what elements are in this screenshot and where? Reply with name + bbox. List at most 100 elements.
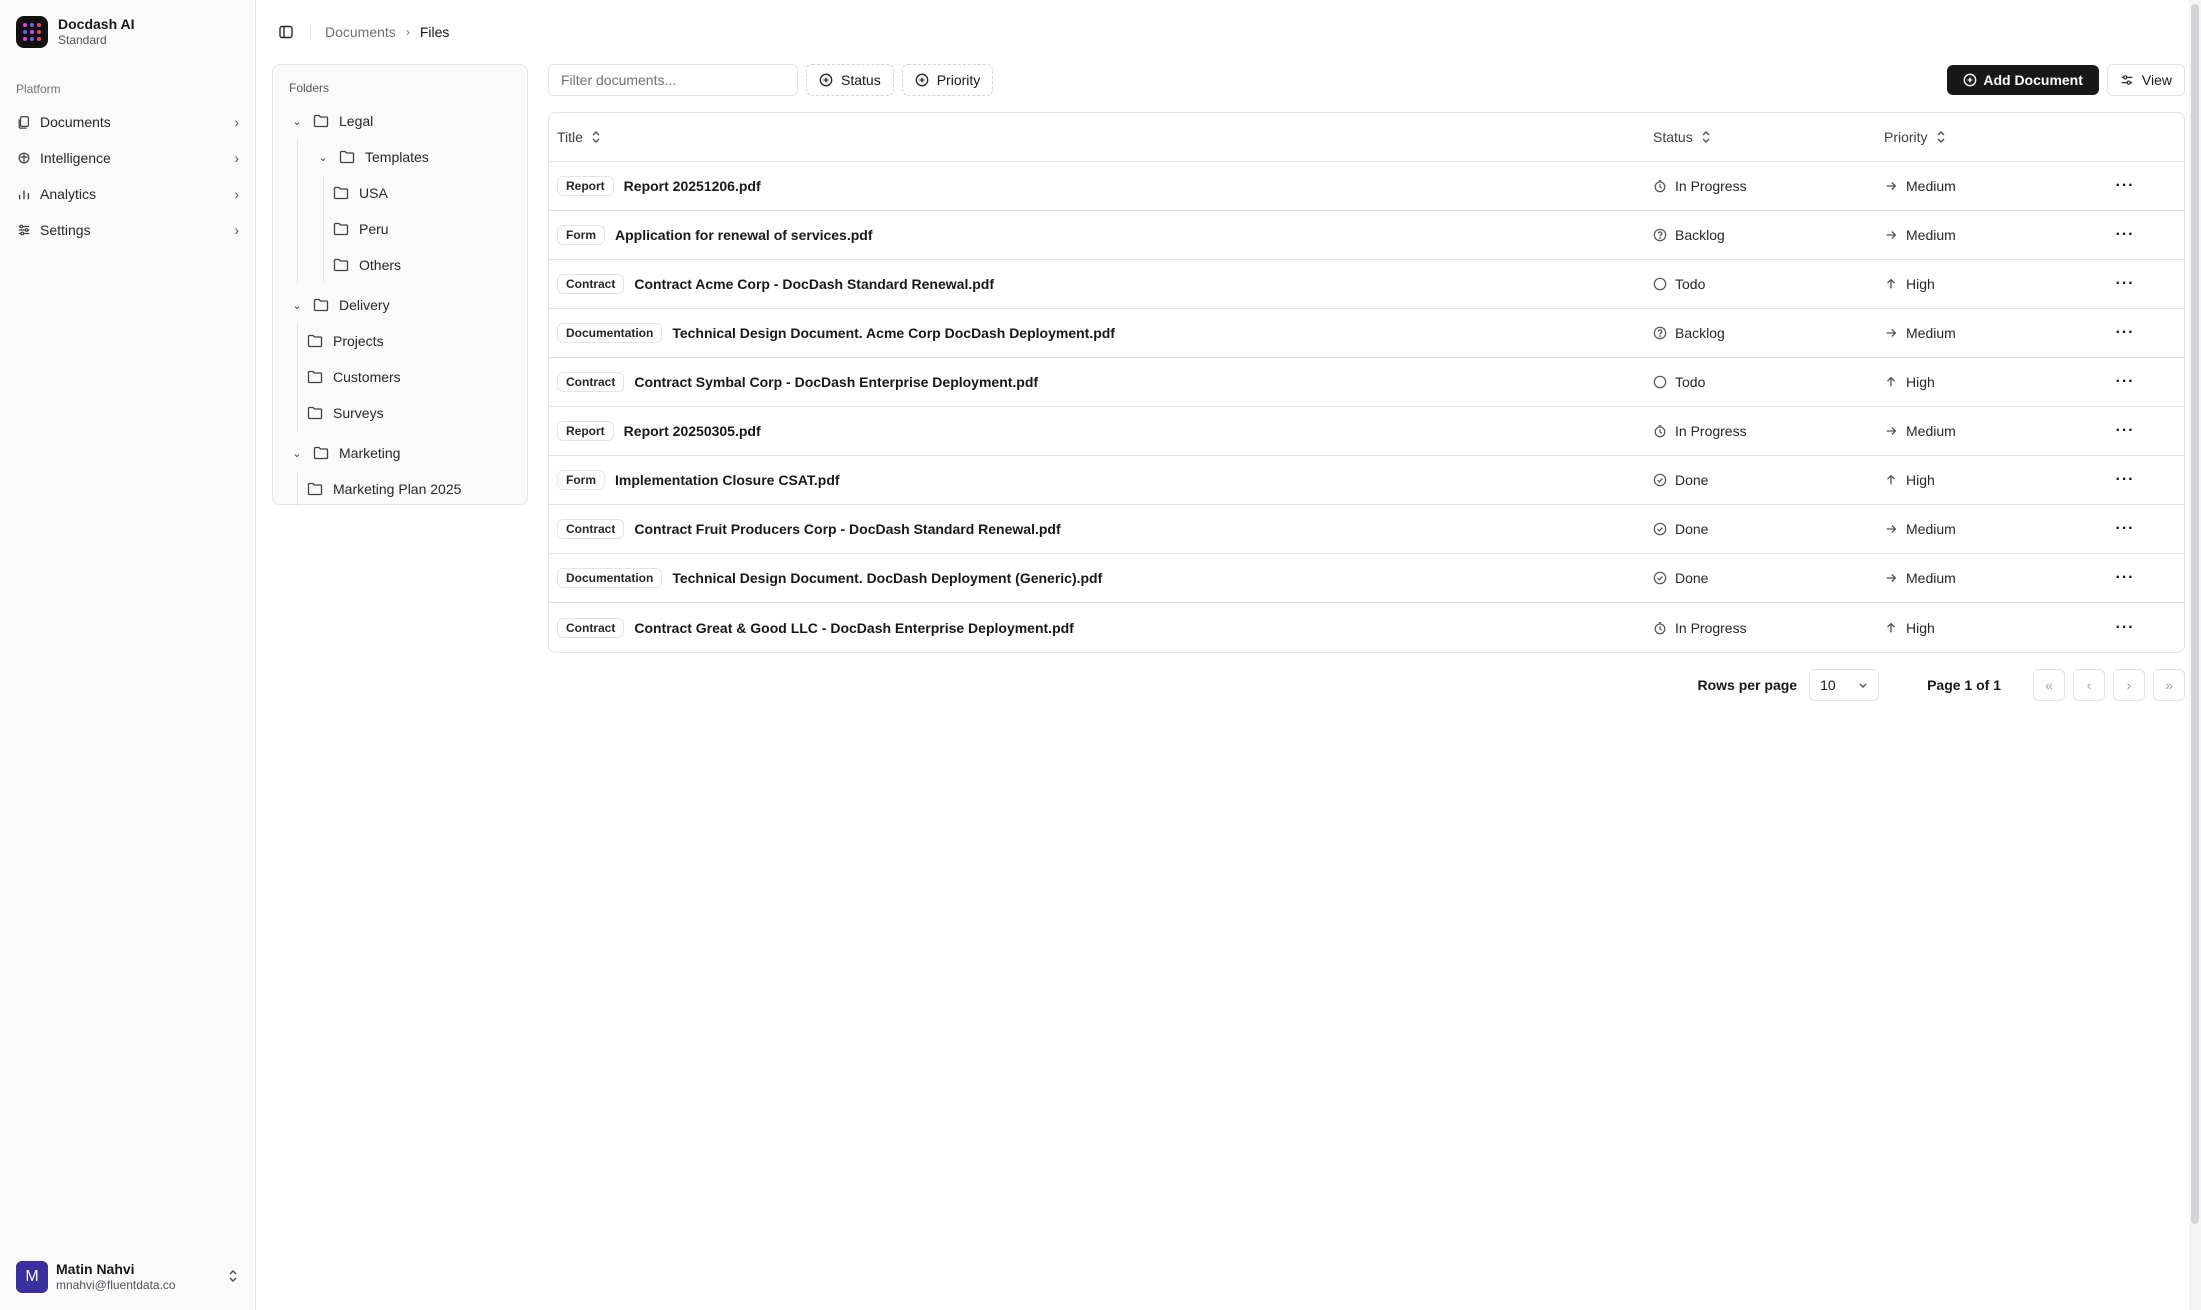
chevron-right-icon: › [405,25,410,39]
sidebar-item-label: Settings [40,222,91,238]
folder-delivery[interactable]: ⌄ Delivery [273,287,527,323]
sidebar-item-label: Intelligence [40,150,111,166]
chevron-right-icon: › [234,150,239,166]
sidebar-item-documents[interactable]: Documents › [0,104,255,140]
arrow-up-icon [1884,621,1898,635]
folder-others[interactable]: Others [324,247,527,283]
sidebar-toggle-button[interactable] [272,18,300,46]
document-title[interactable]: Technical Design Document. DocDash Deplo… [672,570,1102,586]
document-title[interactable]: Report 20251206.pdf [624,178,761,194]
table-row[interactable]: Contract Contract Acme Corp - DocDash Sta… [549,260,2184,309]
sliders-icon [16,222,32,238]
chevron-left-icon: ‹ [2086,677,2092,693]
document-title[interactable]: Contract Symbal Corp - DocDash Enterpris… [634,374,1038,390]
table-row[interactable]: Form Application for renewal of services.… [549,211,2184,260]
brand-switcher[interactable]: Docdash AI Standard [0,0,255,64]
chevron-right-icon: › [234,222,239,238]
more-horizontal-icon[interactable]: ··· [2116,373,2135,391]
document-priority: Medium [1906,423,1956,439]
column-title-header[interactable]: Title [549,129,1645,145]
folder-customers[interactable]: Customers [298,359,527,395]
more-horizontal-icon[interactable]: ··· [2116,422,2135,440]
next-page-button[interactable]: › [2113,669,2145,701]
more-horizontal-icon[interactable]: ··· [2116,275,2135,293]
arrow-right-icon [1884,522,1898,536]
table-row[interactable]: Report Report 20250305.pdf In Progress Medi… [549,407,2184,456]
help-circle-icon [1653,228,1667,242]
folder-label: Surveys [333,405,384,421]
document-status: Done [1675,472,1709,488]
sidebar-item-intelligence[interactable]: Intelligence › [0,140,255,176]
chevron-down-icon[interactable]: ⌄ [289,447,305,460]
document-title[interactable]: Implementation Closure CSAT.pdf [615,472,840,488]
document-title[interactable]: Application for renewal of services.pdf [615,227,873,243]
document-title[interactable]: Contract Great & Good LLC - DocDash Ente… [634,620,1074,636]
document-priority: High [1906,619,1935,636]
documents-table: Title Status Priority Report Report 20251… [548,112,2185,653]
document-priority: High [1906,472,1935,488]
chevron-down-icon[interactable]: ⌄ [289,115,305,128]
more-horizontal-icon[interactable]: ··· [2116,471,2135,489]
table-row[interactable]: Form Implementation Closure CSAT.pdf Done H… [549,456,2184,505]
status-filter-button[interactable]: Status [806,64,894,96]
sidebar-item-settings[interactable]: Settings › [0,212,255,248]
sidebar-item-analytics[interactable]: Analytics › [0,176,255,212]
folder-legal[interactable]: ⌄ Legal [273,103,527,139]
breadcrumb-documents[interactable]: Documents [325,24,396,40]
column-priority-header[interactable]: Priority [1876,129,2066,145]
rows-per-page-select[interactable]: 10 [1809,669,1880,701]
documents-content: Status Priority Add Document View [548,64,2185,701]
add-document-button[interactable]: Add Document [1947,65,2099,95]
more-horizontal-icon[interactable]: ··· [2116,569,2135,587]
table-row[interactable]: Contract Contract Great & Good LLC - DocD… [549,603,2184,652]
toolbar: Status Priority Add Document View [548,64,2185,96]
chevron-down-icon[interactable]: ⌄ [315,151,331,164]
folder-templates[interactable]: ⌄ Templates [298,139,527,175]
view-options-button[interactable]: View [2106,64,2185,96]
previous-page-button[interactable]: ‹ [2073,669,2105,701]
more-horizontal-icon[interactable]: ··· [2116,619,2135,637]
document-title[interactable]: Report 20250305.pdf [624,423,761,439]
folder-label: Templates [365,149,429,165]
folder-projects[interactable]: Projects [298,323,527,359]
folder-usa[interactable]: USA [324,175,527,211]
table-row[interactable]: Documentation Technical Design Document. … [549,554,2184,603]
sort-icon [1701,130,1711,144]
panel-left-icon [279,25,293,39]
table-body: Report Report 20251206.pdf In Progress Medi… [549,162,2184,652]
more-horizontal-icon[interactable]: ··· [2116,226,2135,244]
document-title[interactable]: Technical Design Document. Acme Corp Doc… [672,325,1115,341]
user-menu[interactable]: M Matin Nahvi mnahvi@fluentdata.co [0,1244,255,1310]
table-row[interactable]: Report Report 20251206.pdf In Progress Medi… [549,162,2184,211]
arrow-right-icon [1884,424,1898,438]
folder-label: Others [359,257,402,273]
first-page-button[interactable]: « [2033,669,2065,701]
column-status-header[interactable]: Status [1645,129,1876,145]
table-row[interactable]: Documentation Technical Design Document. … [549,309,2184,358]
filter-documents-input[interactable] [548,64,798,96]
plus-circle-icon [1963,73,1977,87]
more-horizontal-icon[interactable]: ··· [2116,520,2135,538]
folders-panel: Folders ⌄ Legal ⌄ Templates USA Peru Oth… [272,64,528,507]
table-row[interactable]: Contract Contract Symbal Corp - DocDash E… [549,358,2184,407]
chevron-down-icon[interactable]: ⌄ [289,299,305,312]
priority-filter-button[interactable]: Priority [901,64,994,96]
document-status: Done [1675,521,1709,537]
check-circle-icon [1653,522,1667,536]
sidebar: Docdash AI Standard Platform Documents ›… [0,0,256,1310]
folder-label: Delivery [339,297,390,313]
folder-surveys[interactable]: Surveys [298,395,527,431]
breadcrumb-current: Files [419,24,450,40]
folder-marketing-plan-2025[interactable]: Marketing Plan 2025 [298,471,527,507]
document-title[interactable]: Contract Acme Corp - DocDash Standard Re… [634,276,994,292]
folder-peru[interactable]: Peru [324,211,527,247]
divider [310,24,311,40]
folder-marketing[interactable]: ⌄ Marketing [273,435,527,471]
more-horizontal-icon[interactable]: ··· [2116,177,2135,195]
document-title[interactable]: Contract Fruit Producers Corp - DocDash … [634,521,1060,537]
scrollbar[interactable] [2189,0,2201,1310]
document-status: Todo [1675,374,1706,390]
last-page-button[interactable]: » [2153,669,2185,701]
more-horizontal-icon[interactable]: ··· [2116,324,2135,342]
table-row[interactable]: Contract Contract Fruit Producers Corp - … [549,505,2184,554]
